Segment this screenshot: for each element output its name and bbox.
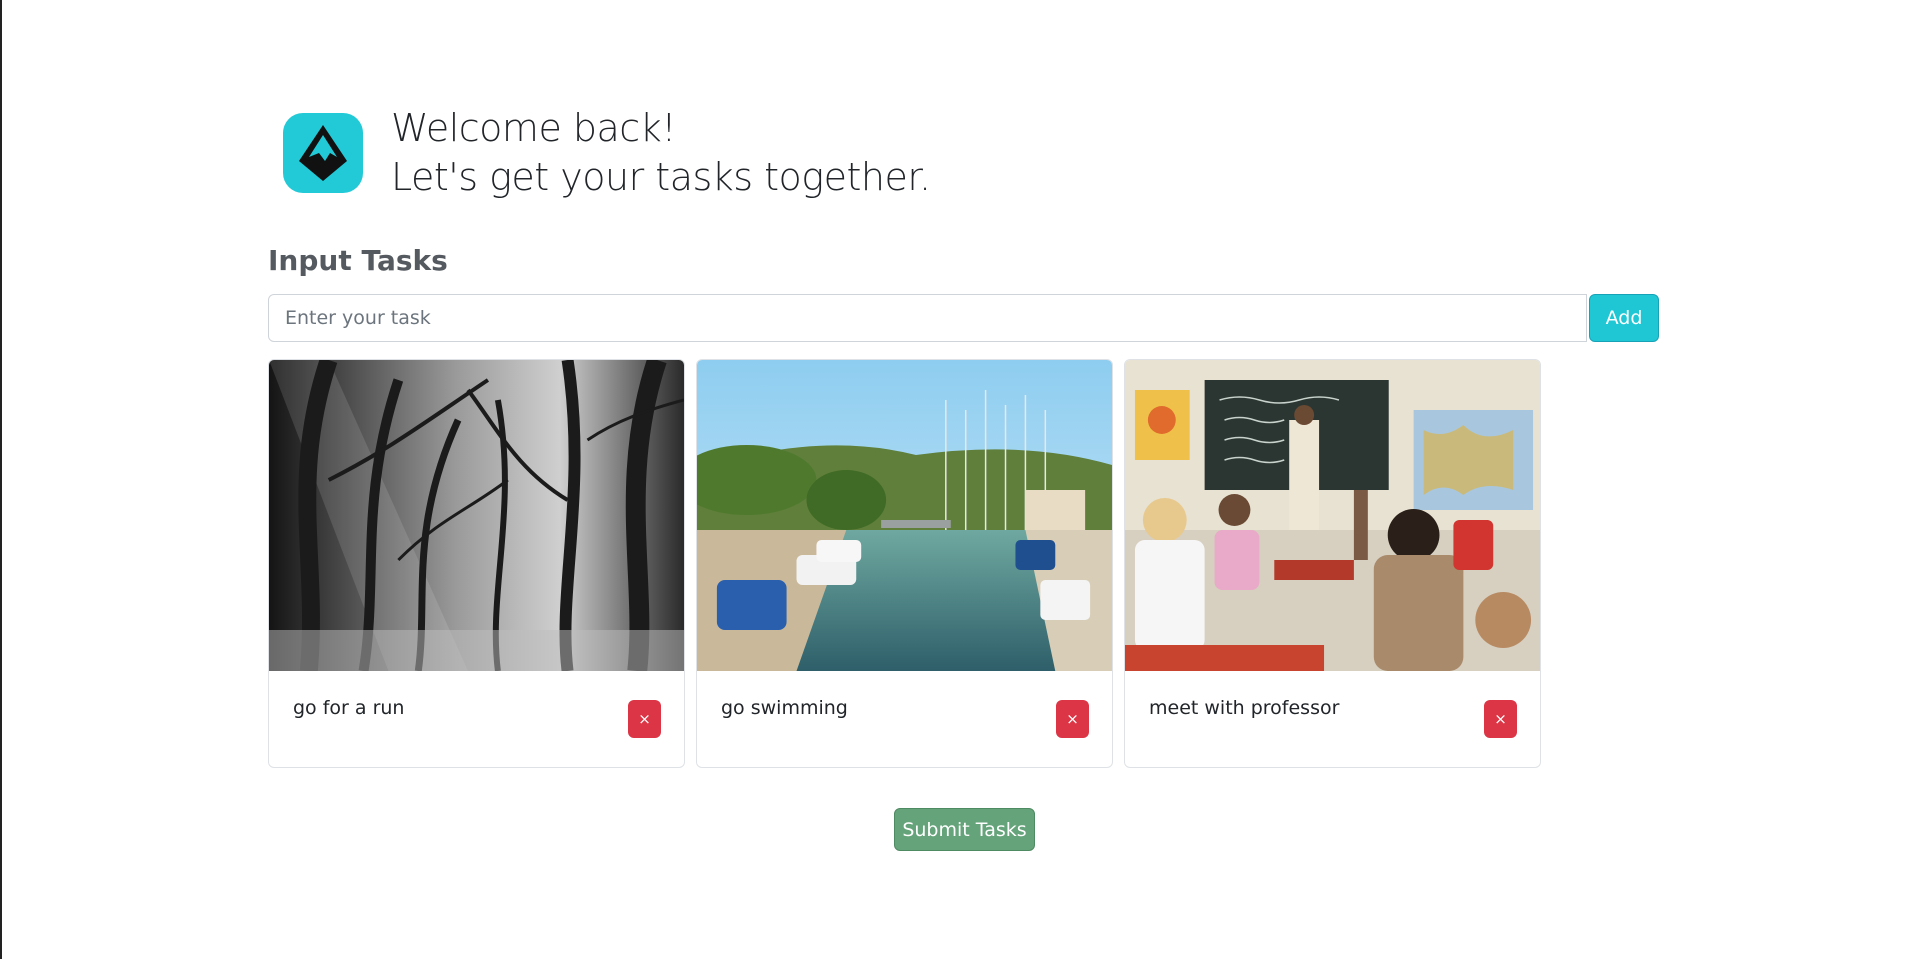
harbor-image (697, 360, 1112, 671)
delete-task-button[interactable]: × (1056, 700, 1089, 738)
card-body: go swimming × (697, 671, 1112, 767)
task-label: go for a run (293, 697, 405, 719)
card-body: go for a run × (269, 671, 684, 767)
welcome-heading: Welcome back! Let's get your tasks toget… (391, 104, 931, 202)
add-button[interactable]: Add (1589, 294, 1659, 342)
tagline: Let's get your tasks together. (391, 155, 931, 199)
classroom-image (1125, 360, 1540, 671)
delete-task-button[interactable]: × (628, 700, 661, 738)
app-logo (283, 113, 363, 193)
forest-image (269, 360, 684, 671)
task-card: go for a run × (268, 359, 685, 768)
welcome-line: Welcome back! (391, 106, 676, 150)
delete-task-button[interactable]: × (1484, 700, 1517, 738)
input-tasks-title: Input Tasks (268, 244, 448, 277)
hero: Welcome back! Let's get your tasks toget… (283, 104, 931, 202)
task-input-row: Add (268, 294, 1659, 342)
task-card: meet with professor × (1124, 359, 1541, 768)
task-input[interactable] (268, 294, 1587, 342)
submit-tasks-button[interactable]: Submit Tasks (894, 808, 1035, 851)
mountain-icon (299, 125, 347, 181)
task-card-list: go for a run × go swimming × meet with p… (268, 359, 1541, 768)
task-card: go swimming × (696, 359, 1113, 768)
task-label: go swimming (721, 697, 848, 719)
task-label: meet with professor (1149, 697, 1340, 719)
page: Welcome back! Let's get your tasks toget… (0, 0, 1920, 959)
card-body: meet with professor × (1125, 671, 1540, 767)
